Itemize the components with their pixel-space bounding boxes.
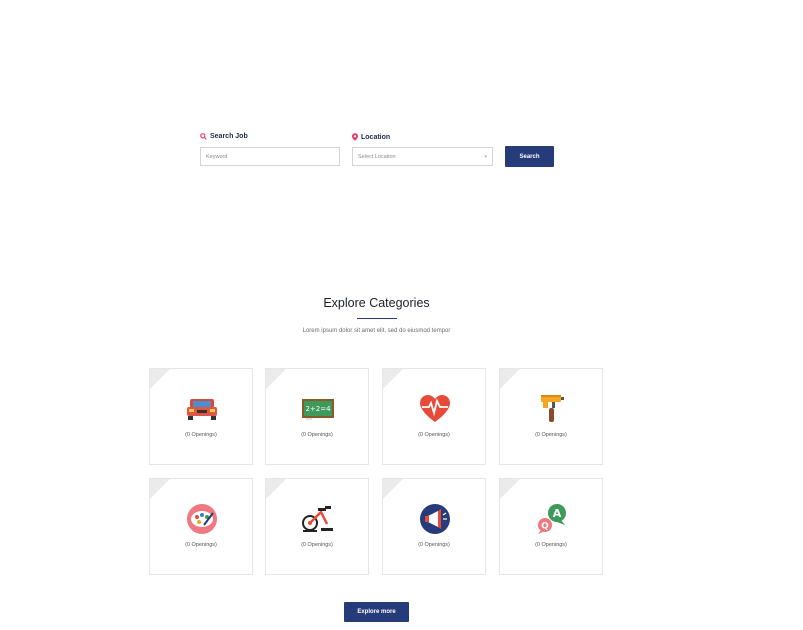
category-card-construction[interactable]: (0 Openings) bbox=[499, 368, 603, 465]
paint-roller-icon bbox=[534, 393, 570, 425]
openings-count: (0 Openings) bbox=[185, 432, 217, 438]
location-label: Location bbox=[352, 133, 390, 141]
title-underline bbox=[357, 318, 397, 319]
search-icon bbox=[200, 133, 207, 140]
chevron-down-icon: ▾ bbox=[484, 153, 487, 160]
search-button[interactable]: Search bbox=[505, 146, 554, 167]
svg-text:A: A bbox=[553, 507, 562, 520]
exercise-bike-icon bbox=[300, 503, 336, 535]
section-subtitle: Lorem ipsum dolor sit amet elit, sed do … bbox=[302, 328, 451, 334]
svg-text:2+2=4: 2+2=4 bbox=[305, 405, 331, 413]
search-job-label: Search Job bbox=[200, 133, 248, 140]
heart-pulse-icon bbox=[417, 393, 453, 425]
openings-count: (0 Openings) bbox=[535, 542, 567, 548]
card-corner-decoration bbox=[150, 369, 170, 389]
car-icon bbox=[184, 393, 220, 425]
card-corner-decoration bbox=[500, 369, 520, 389]
qa-bubbles-icon: A Q bbox=[534, 503, 570, 535]
location-select[interactable]: Select Location ▾ bbox=[352, 147, 493, 166]
openings-count: (0 Openings) bbox=[418, 432, 450, 438]
category-card-healthcare[interactable]: (0 Openings) bbox=[382, 368, 486, 465]
explore-more-button[interactable]: Explore more bbox=[344, 602, 409, 622]
palette-icon bbox=[184, 503, 220, 535]
chalkboard-icon: 2+2=4 bbox=[300, 393, 336, 425]
svg-text:Q: Q bbox=[541, 522, 549, 532]
section-title: Explore Categories bbox=[323, 296, 430, 310]
category-card-marketing[interactable]: (0 Openings) bbox=[382, 478, 486, 575]
category-card-automotive[interactable]: (0 Openings) bbox=[149, 368, 253, 465]
card-corner-decoration bbox=[500, 479, 520, 499]
openings-count: (0 Openings) bbox=[535, 432, 567, 438]
openings-count: (0 Openings) bbox=[301, 432, 333, 438]
card-corner-decoration bbox=[150, 479, 170, 499]
card-corner-decoration bbox=[383, 479, 403, 499]
openings-count: (0 Openings) bbox=[418, 542, 450, 548]
map-pin-icon bbox=[352, 133, 358, 141]
card-corner-decoration bbox=[383, 369, 403, 389]
category-card-education[interactable]: 2+2=4 (0 Openings) bbox=[265, 368, 369, 465]
openings-count: (0 Openings) bbox=[301, 542, 333, 548]
category-card-design[interactable]: (0 Openings) bbox=[149, 478, 253, 575]
card-corner-decoration bbox=[266, 369, 286, 389]
category-card-support[interactable]: A Q (0 Openings) bbox=[499, 478, 603, 575]
megaphone-icon bbox=[417, 503, 453, 535]
openings-count: (0 Openings) bbox=[185, 542, 217, 548]
category-card-fitness[interactable]: (0 Openings) bbox=[265, 478, 369, 575]
card-corner-decoration bbox=[266, 479, 286, 499]
keyword-input[interactable]: Keyword bbox=[200, 147, 340, 166]
